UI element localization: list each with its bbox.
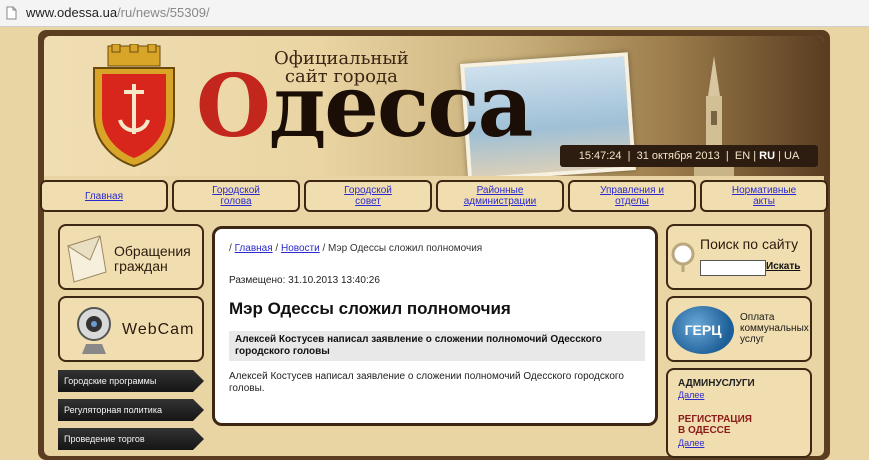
gerts-line-1: Оплата (740, 312, 775, 323)
nav-label: совет (355, 196, 381, 207)
webcam-icon (77, 307, 111, 354)
article-title: Мэр Одессы сложил полномочия (229, 299, 511, 318)
breadcrumb-home-link[interactable]: Главная (235, 243, 273, 254)
lang-ua-link[interactable]: UA (784, 150, 799, 162)
url-domain: www.odessa.ua (26, 5, 118, 20)
nav-label: голова (220, 196, 252, 207)
magnifier-icon (671, 242, 695, 272)
service-more-link[interactable]: Далее (678, 390, 704, 400)
service-title-line-1: РЕГИСТРАЦИЯ (678, 414, 752, 425)
gerts-logo-icon: ГЕРЦ (672, 306, 734, 354)
separator: | (753, 150, 757, 162)
lang-en-link[interactable]: EN (735, 150, 750, 162)
clock-time: 15:47:24 (578, 150, 622, 162)
services-box: АДМИНУСЛУГИ Далее РЕГИСТРАЦИЯ В ОДЕССЕ Д… (666, 368, 812, 458)
gerts-caption: Оплата коммунальных услуг (740, 312, 809, 345)
nav-label: отделы (615, 196, 649, 207)
page-icon (6, 6, 17, 20)
breadcrumb: / Главная / Новости / Мэр Одессы сложил … (229, 243, 482, 254)
webcam-label: WebCam (122, 321, 195, 338)
breadcrumb-separator: / (322, 243, 326, 254)
breadcrumb-news-link[interactable]: Новости (281, 243, 320, 254)
nav-item-districts[interactable]: Районные администрации (436, 180, 564, 212)
url-text[interactable]: www.odessa.ua/ru/news/55309/ (26, 5, 210, 20)
site-search-box: Поиск по сайту Искать (666, 224, 812, 290)
nav-item-departments[interactable]: Управления и отделы (568, 180, 696, 212)
main-nav: Главная Городской голова Городской совет Р… (40, 180, 828, 214)
current-date: 31 октября 2013 (636, 150, 720, 162)
separator: | (778, 150, 781, 162)
service-more-link[interactable]: Далее (678, 438, 704, 448)
separator: | (725, 150, 729, 162)
article-lead: Алексей Костусев написал заявление о сло… (229, 331, 645, 361)
citizen-appeals-button[interactable]: Обращения граждан (58, 224, 204, 290)
gerts-line-3: услуг (740, 334, 765, 345)
search-button[interactable]: Искать (766, 261, 800, 272)
nav-item-mayor[interactable]: Городской голова (172, 180, 300, 212)
breadcrumb-current: Мэр Одессы сложил полномочия (328, 243, 483, 254)
appeals-line-1: Обращения (114, 243, 191, 259)
nav-label: акты (753, 196, 775, 207)
appeals-line-2: граждан (114, 258, 168, 274)
nav-label: Районные (476, 185, 524, 196)
lang-ru-active: RU (759, 150, 776, 162)
date-lang-bar: 15:47:24 | 31 октября 2013 | EN | RU | U… (560, 145, 818, 167)
search-title: Поиск по сайту (700, 236, 799, 252)
service-title-registration[interactable]: РЕГИСТРАЦИЯ В ОДЕССЕ (678, 414, 752, 436)
gerts-utility-payment-banner[interactable]: ГЕРЦ Оплата коммунальных услуг (666, 296, 812, 362)
nav-label: Городской (344, 185, 392, 196)
article-body: Алексей Костусев написал заявление о сло… (229, 371, 624, 394)
menu-regulatory-policy[interactable]: Регуляторная политика (58, 399, 204, 421)
breadcrumb-separator: / (229, 243, 232, 254)
search-input[interactable] (700, 260, 766, 276)
nav-label: администрации (463, 196, 537, 207)
url-path: /ru/news/55309/ (117, 5, 210, 20)
city-name-logo: Одесса (196, 64, 533, 150)
menu-city-programs[interactable]: Городские программы (58, 370, 204, 392)
separator: | (627, 150, 631, 162)
envelope-icon (66, 235, 107, 283)
gerts-line-2: коммунальных (740, 323, 809, 334)
nav-item-acts[interactable]: Нормативные акты (700, 180, 828, 212)
main-content: / Главная / Новости / Мэр Одессы сложил … (212, 226, 658, 426)
address-bar[interactable]: www.odessa.ua/ru/news/55309/ (0, 0, 869, 27)
posted-timestamp: Размещено: 31.10.2013 13:40:26 (229, 275, 380, 286)
nav-label: Управления и (600, 185, 664, 196)
webcam-button[interactable]: WebCam (58, 296, 204, 362)
nav-label: Нормативные (731, 185, 797, 196)
nav-label: Городской (212, 185, 260, 196)
nav-item-home[interactable]: Главная (40, 180, 168, 212)
service-title-adminuslugi[interactable]: АДМИНУСЛУГИ (678, 378, 755, 389)
city-name-first-letter: О (196, 56, 271, 157)
menu-tenders[interactable]: Проведение торгов (58, 428, 204, 450)
nav-label: Главная (84, 190, 124, 202)
coat-of-arms-icon[interactable] (88, 44, 180, 168)
city-name-rest: десса (268, 56, 533, 157)
nav-item-council[interactable]: Городской совет (304, 180, 432, 212)
service-title-line-2: В ОДЕССЕ (678, 425, 731, 436)
breadcrumb-separator: / (275, 243, 279, 254)
